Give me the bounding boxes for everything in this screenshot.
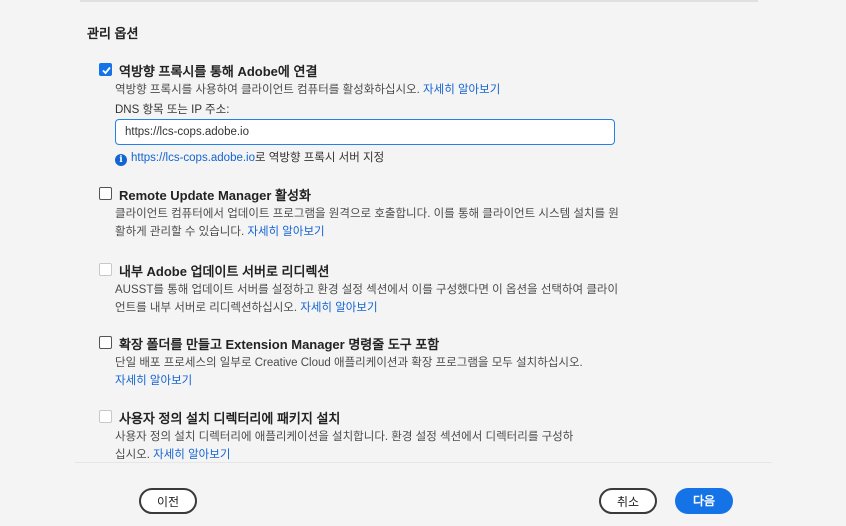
top-divider xyxy=(80,0,758,2)
checkmark-icon xyxy=(102,66,111,75)
dns-input[interactable] xyxy=(115,119,615,145)
option-title: 사용자 정의 설치 디렉터리에 패키지 설치 xyxy=(119,411,341,426)
option-title: 역방향 프록시를 통해 Adobe에 연결 xyxy=(119,64,318,79)
info-icon: i xyxy=(115,154,127,166)
option-description: 단일 배포 프로세스의 일부로 Creative Cloud 애플리케이션과 확… xyxy=(115,357,583,387)
option-description: 사용자 정의 설치 디렉터리에 애플리케이션을 설치합니다. 환경 설정 섹션에… xyxy=(115,431,574,461)
dns-info-link[interactable]: https://lcs-cops.adobe.io xyxy=(131,152,255,164)
internal-update-server-checkbox[interactable] xyxy=(99,263,112,276)
option-title: 확장 폴더를 만들고 Extension Manager 명령줄 도구 포함 xyxy=(119,337,440,352)
extension-manager-checkbox[interactable] xyxy=(99,336,112,349)
back-button[interactable]: 이전 xyxy=(139,488,197,514)
section-title: 관리 옵션 xyxy=(87,26,139,41)
next-button[interactable]: 다음 xyxy=(675,488,733,514)
reverse-proxy-checkbox[interactable] xyxy=(99,63,112,76)
learn-more-link[interactable]: 자세히 알아보기 xyxy=(423,84,500,96)
dns-label: DNS 항목 또는 IP 주소: xyxy=(115,104,230,116)
option-description: 클라이언트 컴퓨터에서 업데이트 프로그램을 원격으로 호출합니다. 이를 통해… xyxy=(115,208,619,238)
custom-install-directory-checkbox[interactable] xyxy=(99,410,112,423)
remote-update-manager-checkbox[interactable] xyxy=(99,187,112,200)
option-description: AUSST를 통해 업데이트 서버를 설정하고 환경 설정 섹션에서 이를 구성… xyxy=(115,284,619,314)
option-title: Remote Update Manager 활성화 xyxy=(119,188,311,203)
learn-more-link[interactable]: 자세히 알아보기 xyxy=(247,226,324,238)
learn-more-link[interactable]: 자세히 알아보기 xyxy=(153,449,230,461)
footer-divider xyxy=(75,462,772,463)
learn-more-link[interactable]: 자세히 알아보기 xyxy=(115,375,192,387)
learn-more-link[interactable]: 자세히 알아보기 xyxy=(300,302,377,314)
option-title: 내부 Adobe 업데이트 서버로 리디렉션 xyxy=(119,264,330,279)
cancel-button[interactable]: 취소 xyxy=(599,488,657,514)
option-description: 역방향 프록시를 사용하여 클라이언트 컴퓨터를 활성화하십시오. 자세히 알아… xyxy=(115,84,501,96)
dns-info: i https://lcs-cops.adobe.io로 역방향 프록시 서버 지… xyxy=(115,149,384,166)
